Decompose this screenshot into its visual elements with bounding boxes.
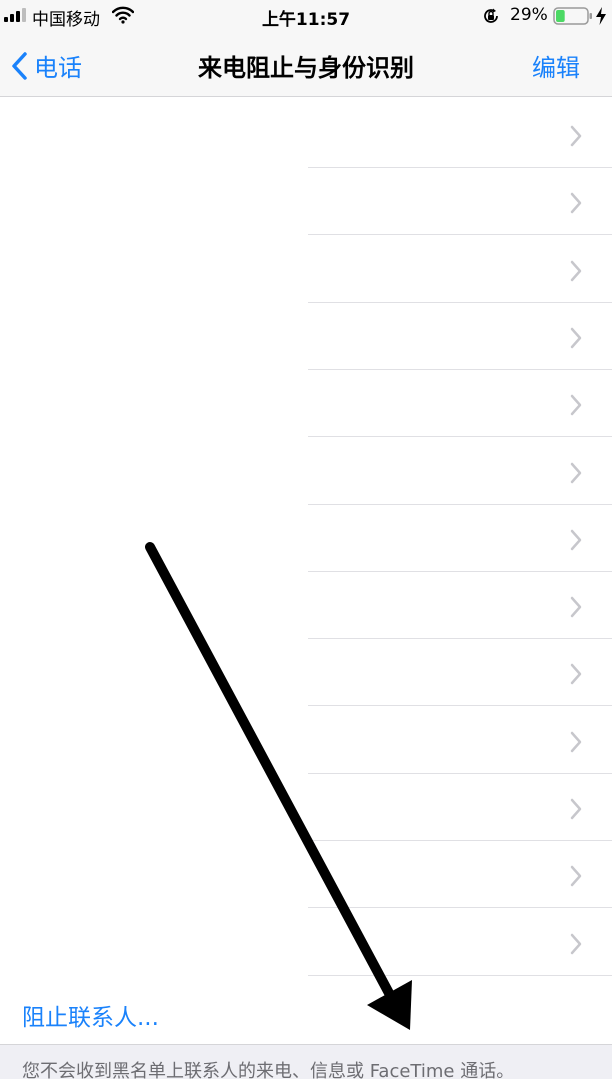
status-bar: 中国移动 上午11:57 29%: [0, 0, 612, 34]
chevron-right-icon: [570, 327, 582, 349]
chevron-right-icon: [570, 193, 582, 214]
blocked-contact-row[interactable]: [0, 841, 612, 909]
blocked-contact-row[interactable]: [0, 101, 612, 168]
battery-percent: 29%: [510, 5, 548, 25]
blocked-contact-row[interactable]: [0, 236, 612, 303]
charging-icon: [596, 7, 606, 25]
blocked-contact-row[interactable]: [0, 505, 612, 572]
chevron-right-icon: [570, 731, 582, 752]
chevron-right-icon: [570, 596, 582, 618]
row-divider: [308, 974, 612, 976]
blocked-contacts-list: [0, 101, 612, 978]
blocked-contact-row[interactable]: [0, 572, 612, 640]
blocked-contact-row[interactable]: [0, 370, 612, 438]
page-title: 来电阻止与身份识别: [198, 54, 414, 82]
chevron-right-icon: [570, 866, 582, 887]
navigation-bar: 电话 来电阻止与身份识别 编辑: [0, 34, 612, 97]
chevron-right-icon: [570, 933, 582, 954]
chevron-right-icon: [570, 462, 582, 483]
blocked-contact-row[interactable]: [0, 168, 612, 236]
block-contact-button[interactable]: 阻止联系人...: [22, 998, 159, 1032]
chevron-right-icon: [570, 798, 582, 820]
blocked-contact-row[interactable]: [0, 909, 612, 976]
rotation-lock-icon: [484, 8, 498, 23]
blocked-contact-row[interactable]: [0, 707, 612, 774]
edit-button[interactable]: 编辑: [532, 48, 580, 83]
footer-section: 您不会收到黑名单上联系人的来电、信息或 FaceTime 通话。: [0, 1044, 612, 1082]
battery-icon: [553, 7, 592, 25]
blocked-contact-row[interactable]: [0, 438, 612, 505]
blocked-contact-row[interactable]: [0, 303, 612, 370]
blocked-contact-row[interactable]: [0, 639, 612, 707]
chevron-right-icon: [570, 664, 582, 685]
chevron-right-icon: [570, 394, 582, 416]
footer-note: 您不会收到黑名单上联系人的来电、信息或 FaceTime 通话。: [22, 1061, 515, 1082]
chevron-right-icon: [570, 125, 582, 147]
blocked-contact-row[interactable]: [0, 774, 612, 841]
chevron-right-icon: [570, 529, 582, 551]
chevron-right-icon: [570, 260, 582, 281]
